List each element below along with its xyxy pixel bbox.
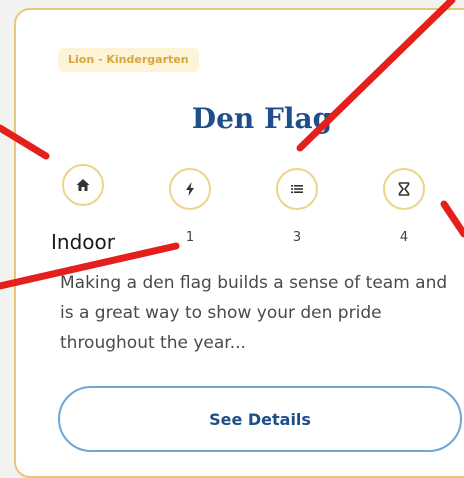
lightning-icon [169,168,211,210]
home-icon [62,164,104,206]
prep-time-label: 4 [399,230,409,245]
energy-level-label: 1 [185,230,195,245]
rank-badge: Lion - Kindergarten [58,48,199,72]
list-icon [276,168,318,210]
supplies-count-label: 3 [292,230,302,245]
activity-card: Lion - Kindergarten Den Flag Indoor 1 3 … [14,8,464,478]
hourglass-icon [383,168,425,210]
see-details-button[interactable]: See Details [58,386,462,452]
activity-title: Den Flag [191,102,333,135]
location-label: Indoor [51,230,115,254]
activity-description: Making a den flag builds a sense of team… [60,273,448,353]
